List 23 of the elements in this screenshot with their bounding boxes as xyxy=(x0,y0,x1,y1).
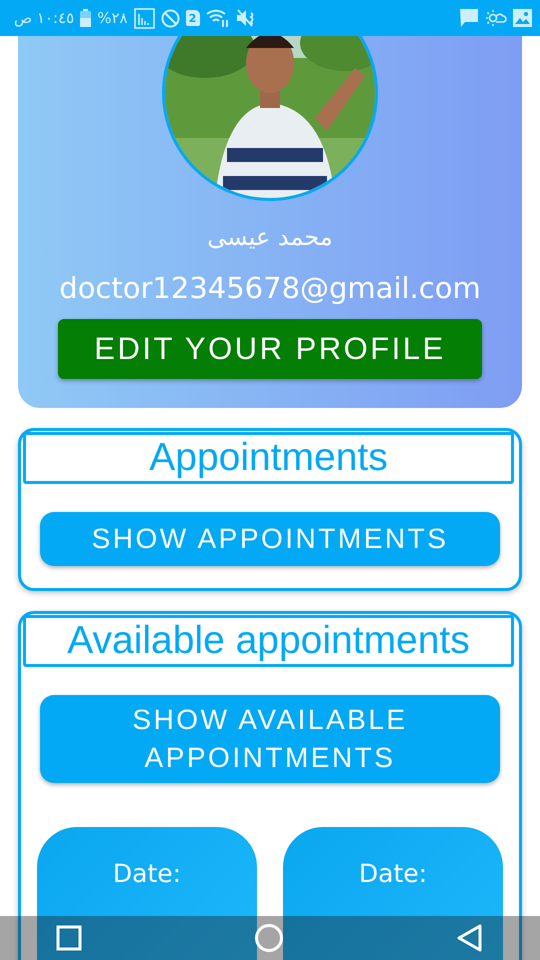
back-icon[interactable] xyxy=(456,924,484,952)
image-icon xyxy=(513,9,532,27)
show-button[interactable]: SHOW AVAILABLE APPOINTMENTS xyxy=(40,695,500,783)
sim-card-icon: 2 xyxy=(186,10,200,26)
appointment-card[interactable]: Date: xyxy=(283,827,503,960)
muted-speaker-icon xyxy=(236,8,256,28)
message-icon xyxy=(459,8,479,28)
email-address: doctor12345678@gmail.com xyxy=(59,271,481,305)
edit-profile-button[interactable]: EDIT YOUR PROFILE xyxy=(58,319,482,379)
doctor-name: محمد عيسى xyxy=(207,223,333,251)
recents-icon[interactable] xyxy=(56,925,82,951)
battery-icon xyxy=(80,9,92,27)
home-icon[interactable] xyxy=(254,923,284,953)
appointment-card[interactable]: Date: xyxy=(37,827,257,960)
weather-icon xyxy=(485,9,507,27)
battery-percent: %٢٨ xyxy=(97,9,128,27)
section-title: Available appointments xyxy=(23,615,514,667)
wifi-icon xyxy=(206,8,230,28)
blocked-icon xyxy=(160,8,180,28)
section-title: Appointments xyxy=(23,432,514,484)
show-button[interactable]: SHOW APPOINTMENTS xyxy=(40,512,500,566)
clock-time: ١٠:٤٥ ص xyxy=(14,9,74,27)
signal-chart-icon xyxy=(134,8,155,28)
